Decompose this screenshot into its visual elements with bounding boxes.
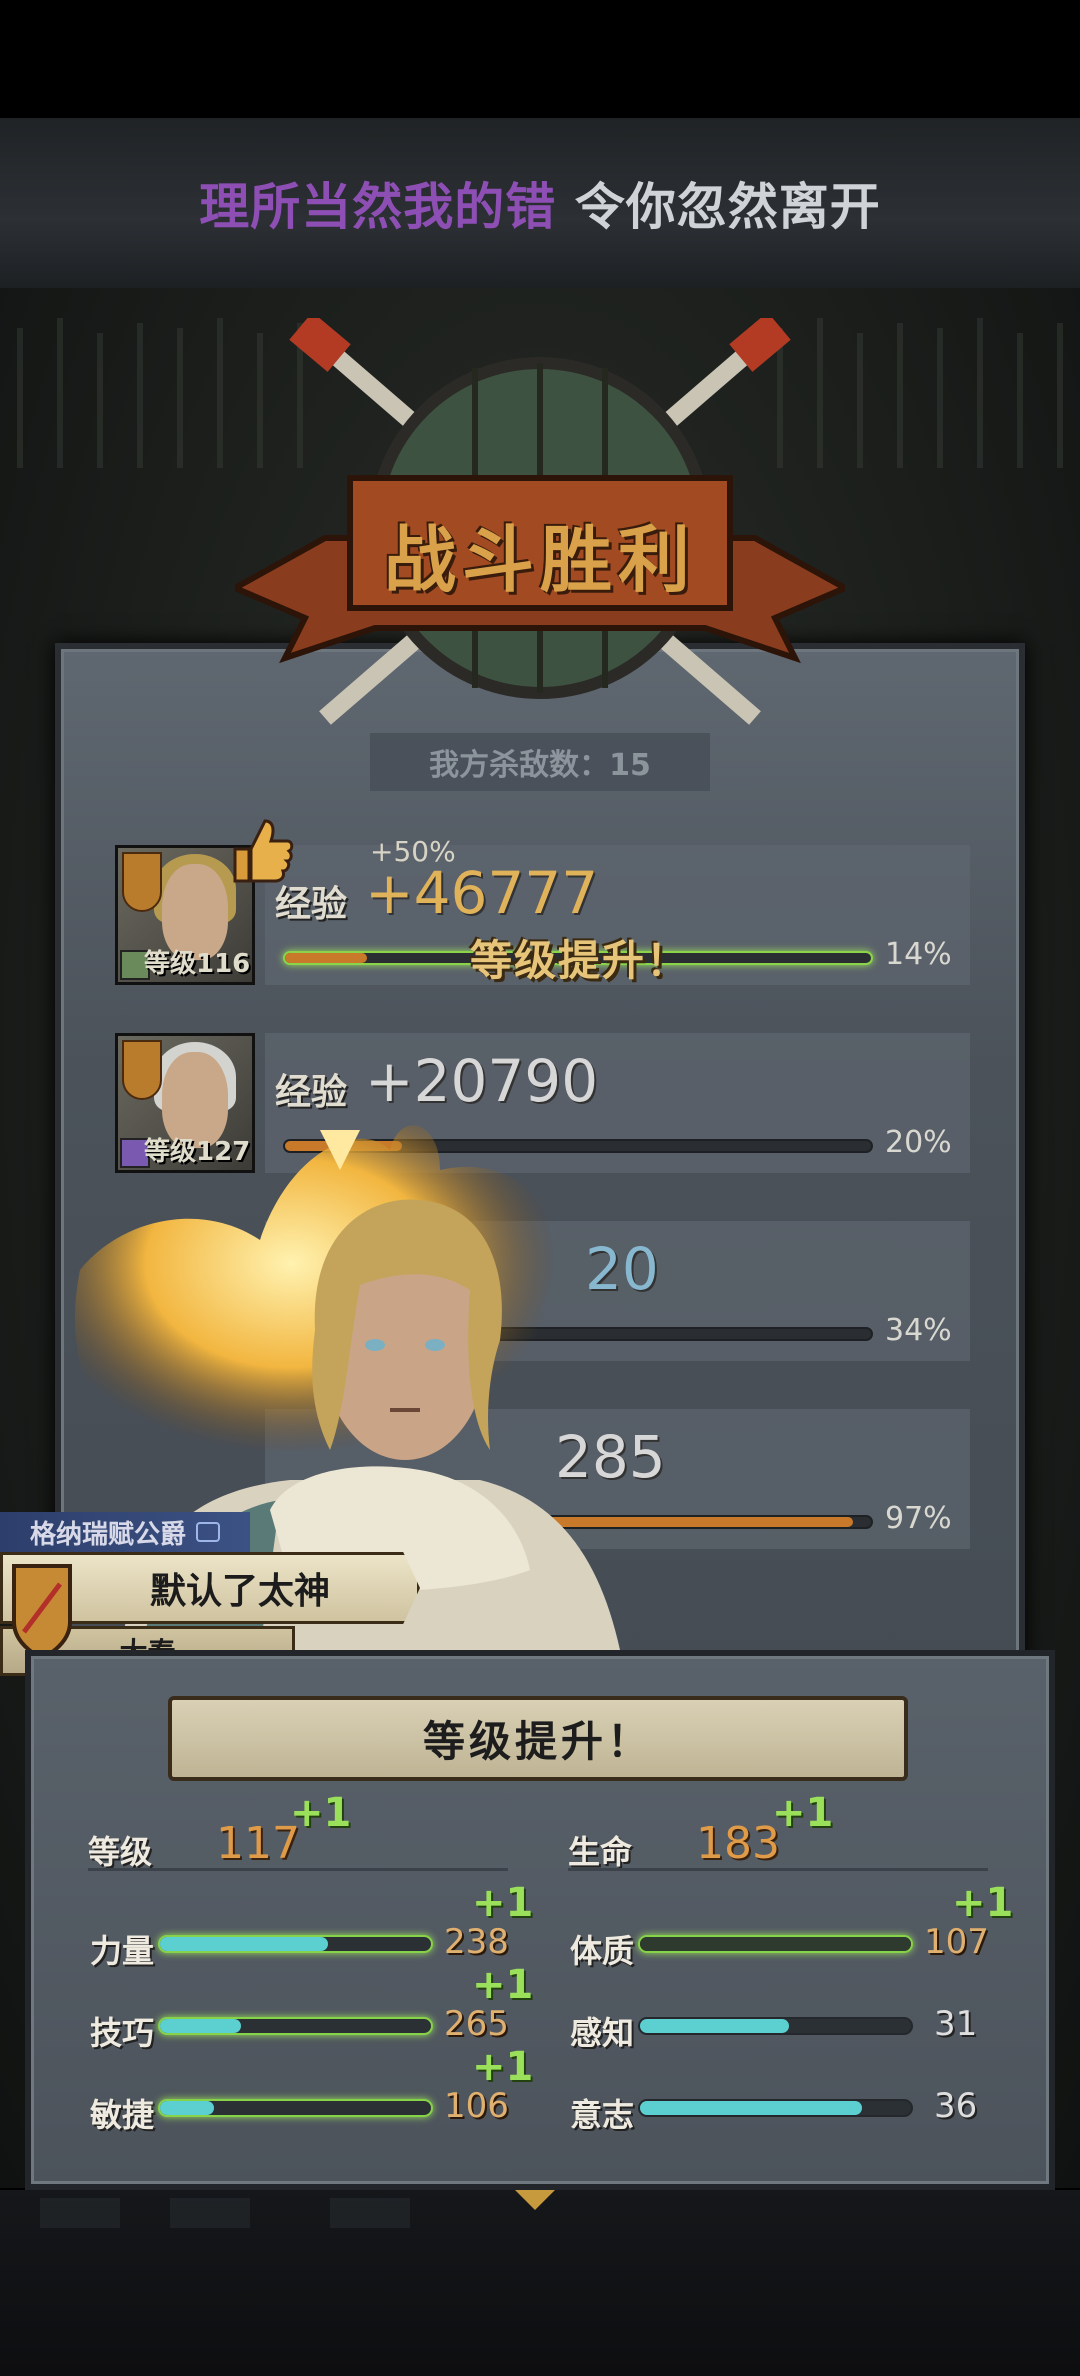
hero-exp-row: 等级116 +50% 经验 +46777 等级提升！ 14% [65,819,970,985]
hp-value: 183 [696,1818,780,1869]
exp-gain: +46777 [365,859,599,927]
exp-label: 经验 [275,884,348,925]
stat-bar-perception [638,2017,913,2035]
shield-icon [12,1564,72,1661]
stat-bar-fill [160,2101,215,2115]
lyric-sung: 理所当然我的错 [199,178,557,236]
exp-label: 经验 [275,1072,348,1113]
stat-value-technique: 265 [444,2004,509,2044]
stat-bar-fill [160,1937,329,1951]
exp-percent: 34% [885,1313,952,1348]
stat-label-willpower: 意志 [570,2096,635,2134]
lyric-overlay: 理所当然我的错 令你忽然离开 [0,118,1080,288]
crest-icon [196,1522,221,1542]
divider [88,1868,508,1871]
stat-bar-agility [158,2099,433,2117]
stat-label-agility: 敏捷 [90,2096,155,2134]
exp-gain: +20790 [365,1047,599,1115]
stat-plus: +1 [472,2044,534,2090]
bottom-tab[interactable] [170,2198,250,2228]
hp-plus: +1 [772,1790,834,1836]
stat-plus: +1 [472,1880,534,1926]
lyric-line: 理所当然我的错 令你忽然离开 [199,167,880,239]
stat-bar-fill [640,2101,863,2115]
stat-label-perception: 感知 [570,2014,635,2052]
stat-value-agility: 106 [444,2086,509,2126]
stat-bar-willpower [638,2099,913,2117]
stat-bar-fill [160,2019,242,2033]
level-value: 117 [216,1818,300,1869]
divider [568,1868,988,1871]
stat-label-strength: 力量 [90,1932,155,1970]
shield-icon [122,852,162,912]
status-bar [0,0,1080,118]
exp-percent: 20% [885,1125,952,1160]
stat-value-willpower: 36 [934,2086,978,2126]
shield-icon [122,1040,162,1100]
stat-label-constitution: 体质 [570,1932,635,1970]
bottom-tab[interactable] [40,2198,120,2228]
stat-value-strength: 238 [444,1922,509,1962]
victory-title: 战斗胜利 [383,517,696,602]
hero-level: 等级116 [144,949,251,979]
stat-value-perception: 31 [934,2004,978,2044]
level-up-label: 等级提升！ [470,936,691,985]
bottom-tab[interactable] [330,2198,410,2228]
exp-percent: 97% [885,1501,952,1536]
bottom-tab-bar [0,2190,1080,2376]
stat-bar-fill [640,2019,790,2033]
stat-label-technique: 技巧 [90,2014,155,2052]
lyric-unsung: 令你忽然离开 [556,178,881,236]
exp-progress-fill [285,953,368,963]
stat-bar-strength [158,1935,433,1953]
level-up-title: 等级提升！ [168,1696,908,1781]
stat-bar-technique [158,2017,433,2035]
speaker-name-text: 格纳瑞赋公爵 [30,1519,187,1550]
stat-plus: +1 [472,1962,534,2008]
hp-label: 生命 [568,1833,633,1871]
stat-bar-constitution [638,1935,913,1953]
exp-percent: 14% [885,937,952,972]
speaker-name: 格纳瑞赋公爵 [0,1512,250,1552]
level-label: 等级 [88,1833,153,1871]
level-plus: +1 [290,1790,352,1836]
stat-value-constitution: 107 [924,1922,989,1962]
stat-plus: +1 [952,1880,1014,1926]
stat-bar-fill [640,1937,911,1951]
